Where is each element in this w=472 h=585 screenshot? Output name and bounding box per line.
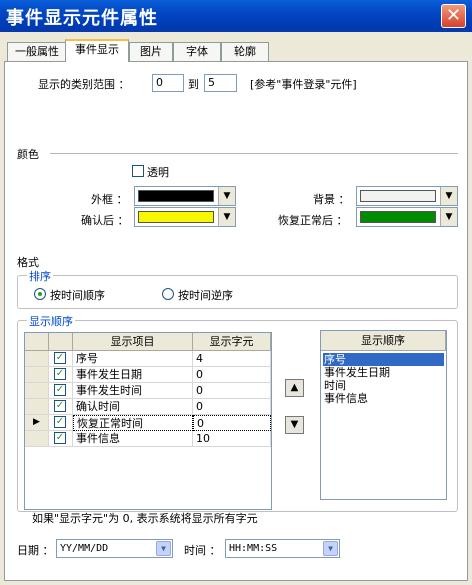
row-item-name[interactable]: 恢复正常时间 bbox=[73, 415, 193, 431]
chars-note: 如果"显示字元"为 0, 表示系统将显示所有字元 bbox=[32, 512, 258, 525]
row-header bbox=[25, 367, 49, 383]
row-chars[interactable]: 0 bbox=[193, 415, 271, 431]
row-item-name[interactable]: 序号 bbox=[73, 351, 193, 367]
display-items-grid[interactable]: 显示项目 显示字元 ✓ 序号 4 ✓ 事件发生日期 0 ✓ 事件发生时间 0 ✓… bbox=[24, 332, 272, 510]
confirmed-color-swatch bbox=[138, 211, 214, 223]
recovered-color-picker[interactable]: ▼ bbox=[356, 207, 458, 227]
table-row[interactable]: ✓ 事件发生时间 0 bbox=[25, 383, 271, 399]
row-header bbox=[25, 351, 49, 367]
grid-header-item[interactable]: 显示项目 bbox=[73, 333, 193, 351]
row-chars[interactable]: 0 bbox=[193, 383, 271, 399]
row-checkbox[interactable]: ✓ bbox=[54, 432, 66, 444]
range-to-input[interactable]: 5 bbox=[204, 74, 237, 92]
row-header bbox=[25, 383, 49, 399]
tab-outline[interactable]: 轮廓 bbox=[221, 42, 269, 61]
row-chars[interactable]: 10 bbox=[193, 431, 271, 447]
row-chars[interactable]: 0 bbox=[193, 399, 271, 415]
list-item[interactable]: 事件发生日期 bbox=[323, 366, 444, 379]
time-format-value: HH:MM:SS bbox=[229, 543, 278, 554]
row-item-name[interactable]: 事件发生日期 bbox=[73, 367, 193, 383]
row-checkbox[interactable]: ✓ bbox=[54, 384, 66, 396]
row-checkbox-cell[interactable]: ✓ bbox=[49, 431, 73, 447]
chevron-down-icon: ▼ bbox=[156, 541, 171, 556]
tab-general[interactable]: 一般属性 bbox=[7, 42, 67, 61]
dropdown-arrow-icon: ▼ bbox=[440, 208, 457, 226]
background-color-picker[interactable]: ▼ bbox=[356, 186, 458, 206]
row-chars[interactable]: 4 bbox=[193, 351, 271, 367]
tab-font[interactable]: 字体 bbox=[173, 42, 221, 61]
range-hint: [参考"事件登录"元件] bbox=[250, 78, 357, 91]
order-list-header: 显示顺序 bbox=[321, 331, 446, 351]
row-chars[interactable]: 0 bbox=[193, 367, 271, 383]
recovered-color-swatch bbox=[360, 211, 436, 223]
dropdown-arrow-icon: ▼ bbox=[440, 187, 457, 205]
date-format-value: YY/MM/DD bbox=[60, 543, 109, 554]
time-label: 时间 ： bbox=[184, 544, 221, 557]
row-checkbox-cell[interactable]: ✓ bbox=[49, 383, 73, 399]
row-header bbox=[25, 399, 49, 415]
sort-desc-label: 按时间逆序 bbox=[178, 289, 233, 302]
row-checkbox-cell[interactable]: ✓ bbox=[49, 415, 73, 431]
dropdown-arrow-icon: ▼ bbox=[218, 208, 235, 226]
table-row[interactable]: ✓ 事件发生日期 0 bbox=[25, 367, 271, 383]
list-item[interactable]: 序号 bbox=[323, 353, 444, 366]
move-down-button[interactable]: ▼ bbox=[285, 416, 304, 434]
move-up-button[interactable]: ▲ bbox=[285, 379, 304, 397]
background-color-swatch bbox=[360, 190, 436, 202]
table-row-current[interactable]: ▶ ✓ 恢复正常时间 0 bbox=[25, 415, 271, 431]
display-order-list[interactable]: 显示顺序 序号 事件发生日期 时间 事件信息 bbox=[320, 330, 447, 500]
row-checkbox[interactable]: ✓ bbox=[54, 400, 66, 412]
range-from-input[interactable]: 0 bbox=[152, 74, 184, 92]
date-format-select[interactable]: YY/MM/DD ▼ bbox=[56, 539, 173, 558]
row-checkbox-cell[interactable]: ✓ bbox=[49, 399, 73, 415]
current-row-indicator-icon: ▶ bbox=[25, 415, 49, 431]
list-item[interactable]: 事件信息 bbox=[323, 392, 444, 405]
tab-event-display[interactable]: 事件显示 bbox=[65, 39, 129, 62]
table-row[interactable]: ✓ 序号 4 bbox=[25, 351, 271, 367]
row-item-name[interactable]: 事件信息 bbox=[73, 431, 193, 447]
dropdown-arrow-icon: ▼ bbox=[218, 187, 235, 205]
row-item-name[interactable]: 确认时间 bbox=[73, 399, 193, 415]
range-label: 显示的类别范围 ： bbox=[38, 78, 130, 91]
grid-check-header bbox=[49, 333, 73, 351]
date-label: 日期 ： bbox=[17, 544, 54, 557]
order-group-title: 显示顺序 bbox=[27, 313, 75, 329]
range-to-label: 到 bbox=[188, 78, 199, 91]
confirmed-color-label: 确认后 ： bbox=[81, 214, 129, 227]
sort-asc-radio[interactable] bbox=[34, 288, 46, 300]
row-checkbox[interactable]: ✓ bbox=[54, 352, 66, 364]
table-row[interactable]: ✓ 确认时间 0 bbox=[25, 399, 271, 415]
grid-header-chars[interactable]: 显示字元 bbox=[193, 333, 271, 351]
frame-color-swatch bbox=[138, 190, 214, 202]
row-item-name[interactable]: 事件发生时间 bbox=[73, 383, 193, 399]
transparent-checkbox[interactable] bbox=[132, 165, 144, 177]
sort-group-title: 排序 bbox=[27, 268, 53, 284]
tab-picture[interactable]: 图片 bbox=[129, 42, 173, 61]
colors-divider bbox=[50, 153, 458, 154]
row-checkbox-cell[interactable]: ✓ bbox=[49, 351, 73, 367]
sort-asc-label: 按时间顺序 bbox=[50, 289, 105, 302]
table-row[interactable]: ✓ 事件信息 10 bbox=[25, 431, 271, 447]
list-item[interactable]: 时间 bbox=[323, 379, 444, 392]
background-color-label: 背景 ： bbox=[313, 193, 350, 206]
time-format-select[interactable]: HH:MM:SS ▼ bbox=[225, 539, 340, 558]
frame-color-picker[interactable]: ▼ bbox=[134, 186, 236, 206]
frame-color-label: 外框 ： bbox=[91, 193, 128, 206]
sort-desc-radio[interactable] bbox=[162, 288, 174, 300]
close-button[interactable]: ✕ bbox=[441, 4, 466, 28]
row-checkbox[interactable]: ✓ bbox=[54, 416, 66, 428]
row-checkbox[interactable]: ✓ bbox=[54, 368, 66, 380]
window-title: 事件显示元件属性 bbox=[6, 8, 158, 29]
grid-corner-header bbox=[25, 333, 49, 351]
confirmed-color-picker[interactable]: ▼ bbox=[134, 207, 236, 227]
row-header bbox=[25, 431, 49, 447]
transparent-label: 透明 bbox=[147, 166, 169, 179]
chevron-down-icon: ▼ bbox=[323, 541, 338, 556]
recovered-color-label: 恢复正常后 ： bbox=[278, 214, 348, 227]
row-checkbox-cell[interactable]: ✓ bbox=[49, 367, 73, 383]
colors-section-title: 颜色 bbox=[17, 148, 39, 161]
